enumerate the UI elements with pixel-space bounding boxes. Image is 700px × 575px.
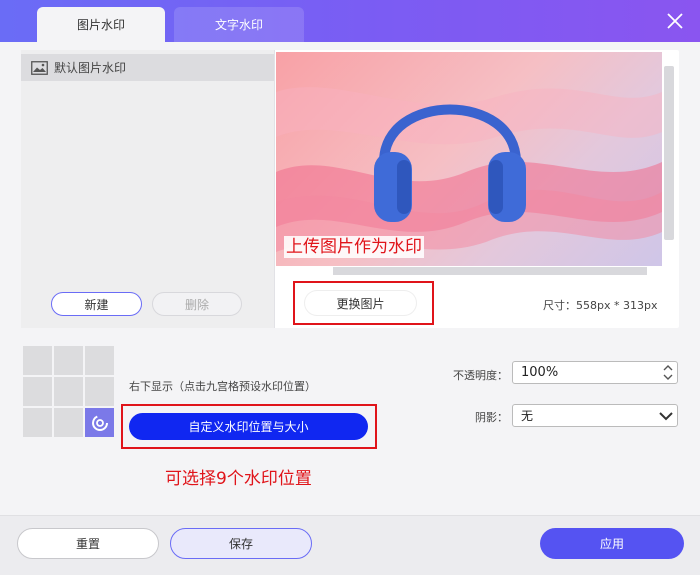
image-size-label: 尺寸：558px * 313px: [543, 299, 658, 312]
grid-cell-bottom-right[interactable]: [85, 408, 114, 437]
grid-cell-top-left[interactable]: [23, 346, 52, 375]
opacity-value: 100%: [521, 365, 559, 380]
headphones-image: [276, 87, 662, 252]
list-item-default-watermark[interactable]: 默认图片水印: [21, 54, 274, 81]
upload-annotation-text: 上传图片作为水印: [284, 236, 424, 258]
shadow-label: 阴影：: [475, 411, 508, 424]
grid-cell-bottom-left[interactable]: [23, 408, 52, 437]
shadow-value: 无: [521, 409, 534, 423]
stepper-arrows-icon[interactable]: [663, 363, 673, 382]
change-image-button[interactable]: 更换图片: [305, 291, 416, 315]
chevron-down-icon[interactable]: [659, 411, 673, 421]
dialog-header: 图片水印 文字水印: [0, 0, 700, 42]
shadow-select[interactable]: 无: [512, 404, 678, 427]
preview-vertical-scrollbar[interactable]: [664, 66, 674, 240]
grid-cell-bottom-center[interactable]: [54, 408, 83, 437]
preview-horizontal-scrollbar[interactable]: [333, 267, 647, 275]
watermark-list: 默认图片水印: [21, 50, 275, 328]
watermark-preview-image: [276, 52, 662, 266]
list-item-label: 默认图片水印: [54, 61, 127, 75]
grid-cell-top-center[interactable]: [54, 346, 83, 375]
close-icon[interactable]: [666, 12, 684, 30]
position-description: 右下显示（点击九宫格预设水印位置）: [129, 380, 316, 393]
custom-position-size-button[interactable]: 自定义水印位置与大小: [129, 413, 368, 440]
tab-image-watermark[interactable]: 图片水印: [37, 7, 165, 42]
grid-cell-top-right[interactable]: [85, 346, 114, 375]
grid-cell-middle-right[interactable]: [85, 377, 114, 406]
tab-text-watermark[interactable]: 文字水印: [174, 7, 304, 42]
apply-button[interactable]: 应用: [540, 528, 684, 559]
position-annotation-text: 可选择9个水印位置: [165, 469, 312, 489]
reset-button[interactable]: 重置: [17, 528, 159, 559]
save-button[interactable]: 保存: [170, 528, 312, 559]
image-icon: [31, 60, 48, 75]
grid-cell-middle-left[interactable]: [23, 377, 52, 406]
new-watermark-button[interactable]: 新建: [51, 292, 142, 316]
opacity-stepper[interactable]: 100%: [512, 361, 678, 384]
opacity-label: 不透明度：: [453, 369, 508, 382]
grid-cell-center[interactable]: [54, 377, 83, 406]
watermark-logo-icon: [91, 414, 108, 431]
delete-watermark-button[interactable]: 删除: [152, 292, 242, 316]
